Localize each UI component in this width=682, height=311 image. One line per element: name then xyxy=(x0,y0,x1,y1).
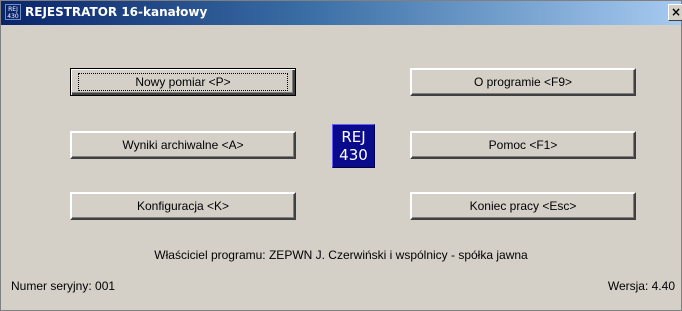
version-label: Wersja: 4.40 xyxy=(607,279,675,293)
app-icon[interactable]: REJ 430 xyxy=(5,4,21,20)
logo-line1: REJ xyxy=(341,128,366,146)
about-label: O programie <F9> xyxy=(473,75,573,89)
exit-button[interactable]: Koniec pracy <Esc> xyxy=(410,192,636,220)
app-icon-line2: 430 xyxy=(7,13,19,20)
archive-results-button[interactable]: Wyniki archiwalne <A> xyxy=(70,131,296,159)
close-icon[interactable]: × xyxy=(668,4,682,21)
logo-line2: 430 xyxy=(339,146,368,164)
help-button[interactable]: Pomoc <F1> xyxy=(410,131,636,159)
about-button[interactable]: O programie <F9> xyxy=(410,68,636,96)
exit-label: Koniec pracy <Esc> xyxy=(469,199,577,213)
rej430-logo: REJ 430 xyxy=(332,124,375,168)
main-window: REJ 430 REJESTRATOR 16-kanałowy × Nowy p… xyxy=(0,0,682,311)
title-bar[interactable]: REJ 430 REJESTRATOR 16-kanałowy × xyxy=(1,1,682,25)
configuration-label: Konfiguracja <K> xyxy=(136,199,230,213)
archive-results-label: Wyniki archiwalne <A> xyxy=(122,138,244,152)
new-measurement-button[interactable]: Nowy pomiar <P> xyxy=(70,68,296,96)
configuration-button[interactable]: Konfiguracja <K> xyxy=(70,192,296,220)
new-measurement-label: Nowy pomiar <P> xyxy=(135,75,231,89)
app-icon-line1: REJ xyxy=(8,6,18,13)
owner-text: Właściciel programu: ZEPWN J. Czerwiński… xyxy=(154,248,528,262)
focus-rectangle: Nowy pomiar <P> xyxy=(78,73,288,91)
window-title: REJESTRATOR 16-kanałowy xyxy=(25,5,208,19)
help-label: Pomoc <F1> xyxy=(488,138,558,152)
serial-number: Numer seryjny: 001 xyxy=(11,279,116,293)
